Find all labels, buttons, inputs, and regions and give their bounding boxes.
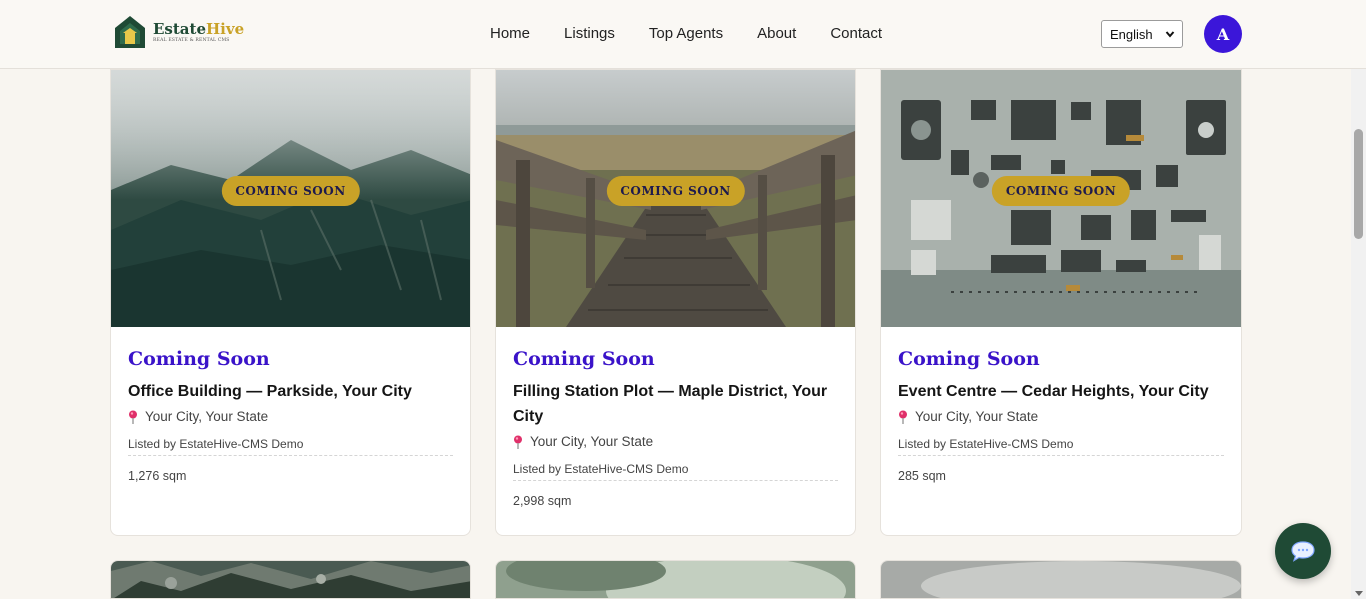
listing-card-body: Coming Soon Filling Station Plot — Maple… [513,346,838,510]
listing-card[interactable]: COMING SOON Coming Soon Filling Station … [495,69,856,536]
nav-home[interactable]: Home [490,24,530,44]
listing-image-electronic-parts[interactable]: COMING SOON [881,70,1241,327]
map-pin-icon [129,410,137,424]
coming-soon-badge: COMING SOON [221,176,360,206]
listing-card-body: Coming Soon Event Centre — Cedar Heights… [898,346,1224,485]
listing-area: 285 sqm [898,469,946,483]
listing-image-misty-mountain[interactable]: COMING SOON [111,70,470,327]
listing-card[interactable] [495,560,856,599]
listing-card[interactable]: COMING SOON Coming Soon Event Centre — C… [880,69,1242,536]
listing-card-body: Coming Soon Office Building — Parkside, … [128,346,453,485]
listing-status-heading: Coming Soon [898,348,1040,370]
map-pin-icon [899,410,907,424]
listing-location-text: Your City, Your State [530,434,654,449]
listing-area: 1,276 sqm [128,469,187,483]
brand-name-hive: Hive [206,19,245,38]
map-pin-icon [514,435,522,449]
chevron-down-icon [1165,31,1175,38]
brand-name-estate: Estate [153,19,206,38]
listing-status-heading: Coming Soon [513,348,655,370]
language-select[interactable]: English [1101,20,1183,48]
listing-image-rocky-forest[interactable] [111,561,471,599]
nav-contact[interactable]: Contact [830,24,882,44]
scroll-down-arrow-icon[interactable] [1355,591,1363,596]
listing-image-green-leaf[interactable] [496,561,856,599]
listing-location: Your City, Your State [128,407,453,427]
scrollbar-thumb[interactable] [1354,129,1363,239]
listing-location: Your City, Your State [898,407,1224,427]
chat-button[interactable] [1275,523,1331,579]
listing-image-boardwalk[interactable]: COMING SOON [496,70,855,327]
coming-soon-badge: COMING SOON [606,176,745,206]
nav-listings[interactable]: Listings [564,24,615,44]
house-logo-icon [115,16,145,48]
coming-soon-badge: COMING SOON [991,176,1131,206]
brand-tagline: REAL ESTATE & RENTAL CMS [153,37,230,43]
main-nav: Home Listings Top Agents About Contact [490,24,916,44]
user-avatar[interactable]: A [1204,15,1242,53]
listing-title[interactable]: Event Centre — Cedar Heights, Your City [898,379,1224,404]
brand-wordmark: EstateHive REAL ESTATE & RENTAL CMS [153,21,244,44]
listing-title[interactable]: Filling Station Plot — Maple District, Y… [513,379,838,429]
chat-bubble-icon [1291,541,1315,562]
listing-agent: Listed by EstateHive-CMS Demo [128,436,453,456]
listing-agent: Listed by EstateHive-CMS Demo [898,436,1224,456]
page-scrollbar[interactable] [1351,69,1366,599]
listing-location-text: Your City, Your State [145,409,269,424]
listing-card[interactable] [110,560,471,599]
listing-title[interactable]: Office Building — Parkside, Your City [128,379,453,404]
listing-location-text: Your City, Your State [915,409,1039,424]
listing-card[interactable] [880,560,1242,599]
listing-agent: Listed by EstateHive-CMS Demo [513,461,838,481]
listing-status-heading: Coming Soon [128,348,270,370]
listing-area: 2,998 sqm [513,494,572,508]
nav-top-agents[interactable]: Top Agents [649,24,723,44]
listing-card[interactable]: COMING SOON Coming Soon Office Building … [110,69,471,536]
brand-logo[interactable]: EstateHive REAL ESTATE & RENTAL CMS [113,14,244,50]
language-selected: English [1110,26,1153,42]
nav-about[interactable]: About [757,24,796,44]
listing-location: Your City, Your State [513,432,838,452]
listing-image-foggy-landscape[interactable] [881,561,1242,599]
site-header: EstateHive REAL ESTATE & RENTAL CMS Home… [0,0,1366,69]
